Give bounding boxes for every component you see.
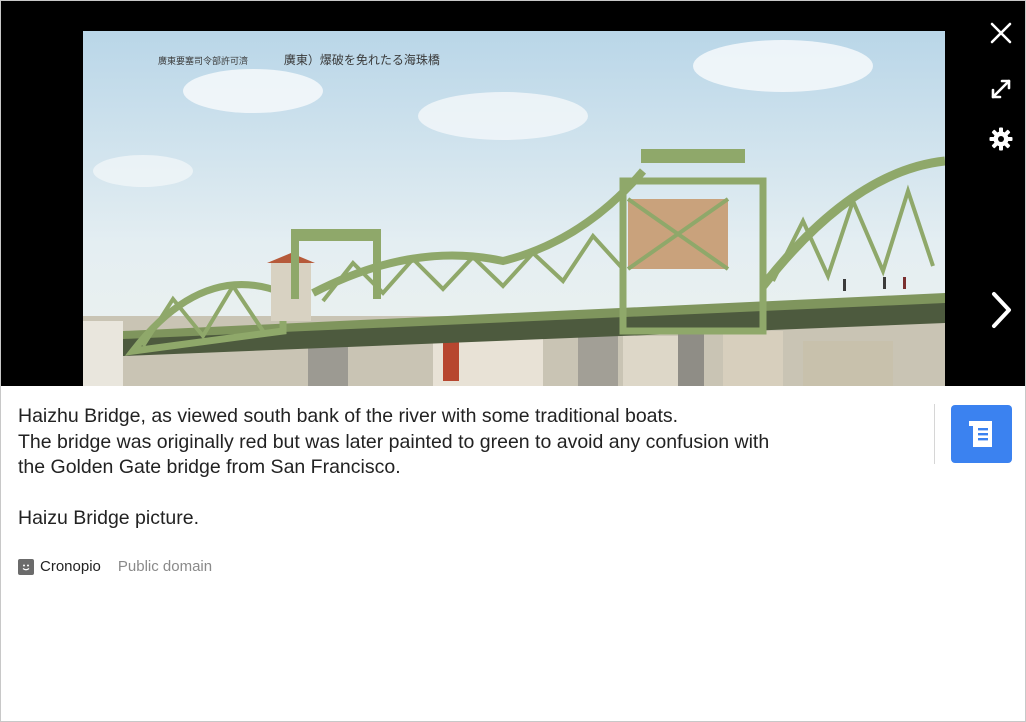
- description-line: Haizu Bridge picture.: [18, 506, 200, 529]
- image-description: Haizhu Bridge, as viewed south bank of t…: [18, 404, 898, 531]
- fullscreen-button[interactable]: [983, 71, 1019, 107]
- gear-icon: [989, 127, 1013, 151]
- attribution: Cronopio Public domain: [18, 558, 212, 575]
- divider: [934, 404, 935, 464]
- close-icon: [990, 22, 1012, 44]
- description-line: the Golden Gate bridge from San Francisc…: [18, 456, 401, 478]
- chevron-right-icon: [992, 292, 1011, 328]
- description-line: Haizhu Bridge, as viewed south bank of t…: [18, 405, 679, 427]
- bridge-photo[interactable]: 廣東要塞司令部許可濟 廣東）爆破を免れたる海珠橋: [83, 31, 945, 386]
- description-line: The bridge was originally red but was la…: [18, 430, 770, 453]
- photo-caption: 廣東要塞司令部許可濟 廣東）爆破を免れたる海珠橋: [158, 51, 440, 68]
- settings-button[interactable]: [983, 121, 1019, 157]
- read-more-button[interactable]: [951, 405, 1012, 463]
- image-stage: 廣東要塞司令部許可濟 廣東）爆破を免れたる海珠橋: [1, 1, 1025, 386]
- caption-left: 廣東要塞司令部許可濟: [158, 57, 249, 67]
- user-icon: [18, 558, 34, 575]
- author-link[interactable]: Cronopio: [40, 558, 101, 575]
- close-button[interactable]: [983, 15, 1019, 51]
- license-link[interactable]: Public domain: [118, 558, 212, 575]
- expand-icon: [991, 79, 1011, 99]
- info-panel: Haizhu Bridge, as viewed south bank of t…: [1, 386, 1025, 721]
- caption-right: 廣東）爆破を免れたる海珠橋: [283, 53, 440, 67]
- next-image-button[interactable]: [981, 287, 1021, 333]
- document-icon: [968, 421, 992, 447]
- media-viewer: 廣東要塞司令部許可濟 廣東）爆破を免れたる海珠橋 Haizhu Bridge, …: [0, 0, 1026, 722]
- bridge-illustration: [83, 31, 945, 386]
